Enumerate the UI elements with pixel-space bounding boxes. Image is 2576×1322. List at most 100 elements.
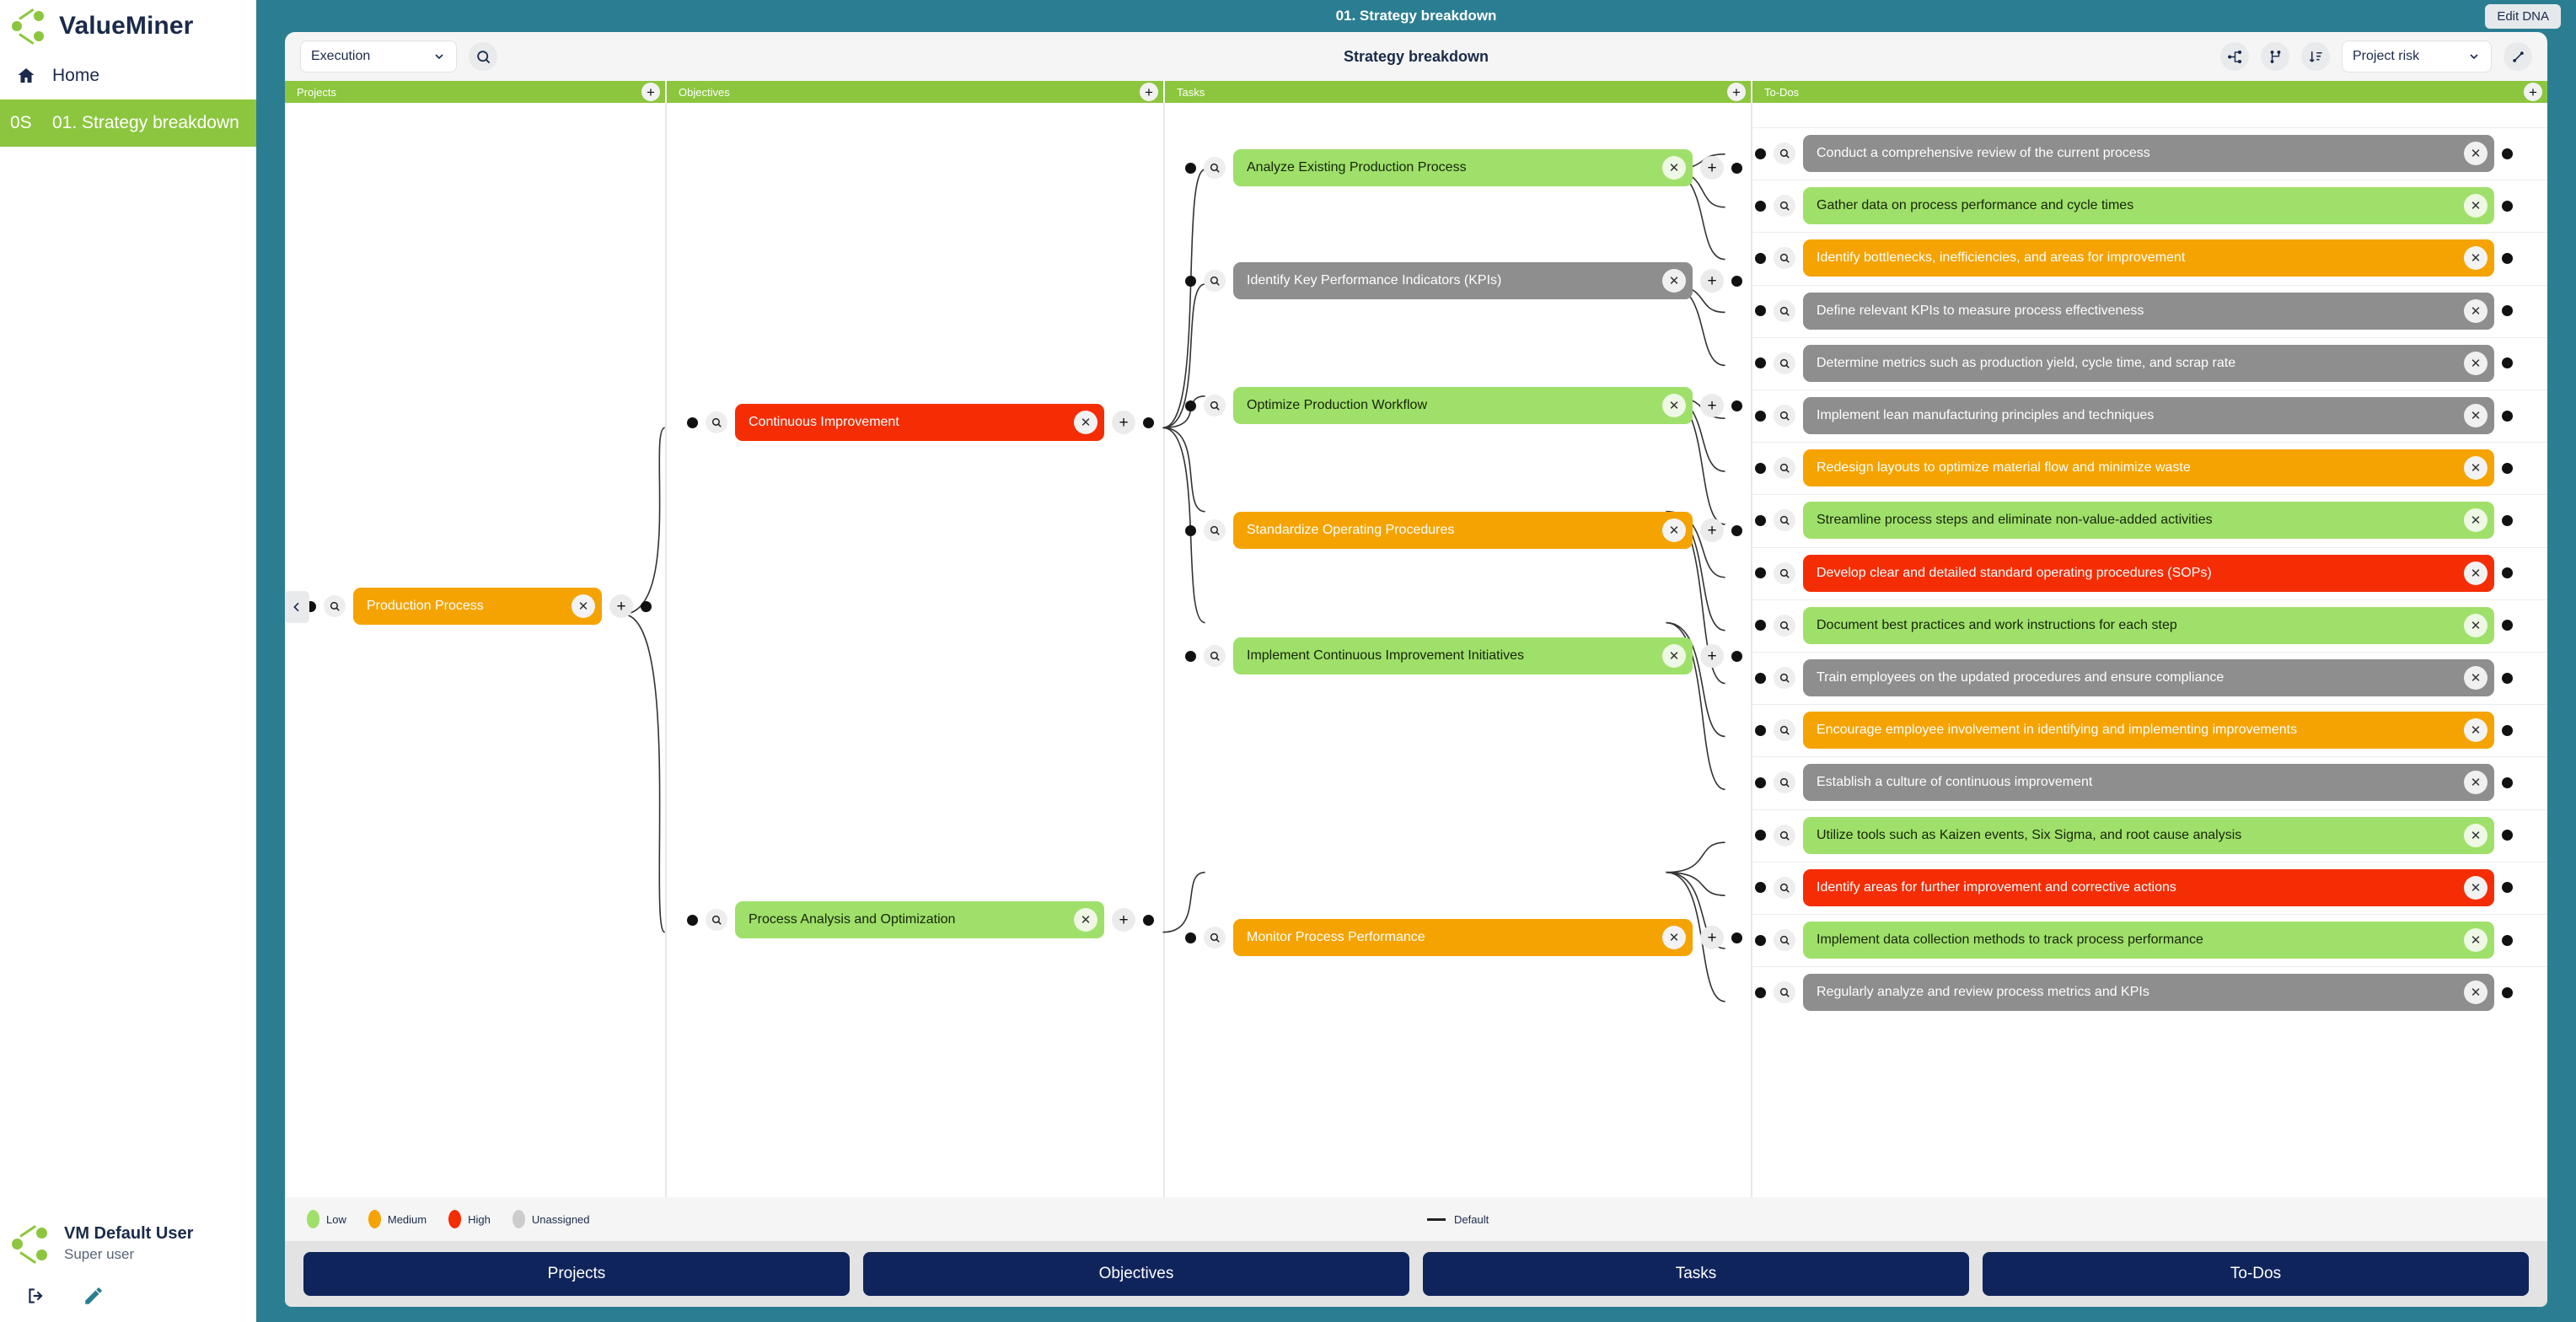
risk-select[interactable]: Project risk: [2342, 40, 2492, 73]
close-icon[interactable]: ✕: [2464, 194, 2487, 218]
footer-tab-projects[interactable]: Projects: [303, 1252, 850, 1296]
magnifier-icon[interactable]: [1774, 614, 1795, 637]
add-project-button[interactable]: +: [641, 83, 660, 101]
close-icon[interactable]: ✕: [2464, 981, 2487, 1005]
todo-card[interactable]: Develop clear and detailed standard oper…: [1803, 554, 2494, 592]
magnifier-icon[interactable]: [1774, 299, 1795, 322]
magnifier-icon[interactable]: [1774, 195, 1795, 218]
todo-card[interactable]: Redesign layouts to optimize material fl…: [1803, 449, 2494, 487]
magnifier-icon[interactable]: [1774, 824, 1795, 846]
add-child-button[interactable]: +: [1700, 519, 1724, 542]
todo-card[interactable]: Identify areas for further improvement a…: [1803, 868, 2494, 906]
node-task-0[interactable]: Analyze Existing Production Process ✕ +: [1185, 149, 1742, 186]
expand-button[interactable]: [2504, 42, 2532, 71]
close-icon[interactable]: ✕: [2464, 351, 2487, 375]
task-card[interactable]: Implement Continuous Improvement Initiat…: [1233, 637, 1693, 674]
todo-card[interactable]: Encourage employee involvement in identi…: [1803, 712, 2494, 750]
node-objective-0[interactable]: Continuous Improvement ✕ +: [687, 404, 1154, 441]
close-icon[interactable]: ✕: [1662, 926, 1686, 949]
close-icon[interactable]: ✕: [572, 594, 595, 618]
node-todo-8[interactable]: Develop clear and detailed standard oper…: [1755, 554, 2513, 592]
magnifier-icon[interactable]: [1204, 519, 1226, 541]
close-icon[interactable]: ✕: [1662, 269, 1686, 293]
node-task-1[interactable]: Identify Key Performance Indicators (KPI…: [1185, 262, 1742, 299]
sidebar-item-strategy-breakdown[interactable]: 0S 01. Strategy breakdown: [0, 99, 256, 147]
magnifier-icon[interactable]: [1204, 157, 1226, 179]
add-todo-button[interactable]: +: [2524, 83, 2542, 101]
close-icon[interactable]: ✕: [1662, 156, 1686, 180]
node-task-3[interactable]: Standardize Operating Procedures ✕ +: [1185, 512, 1742, 549]
node-task-4[interactable]: Implement Continuous Improvement Initiat…: [1185, 637, 1742, 674]
node-todo-2[interactable]: Identify bottlenecks, inefficiencies, an…: [1755, 239, 2513, 277]
close-icon[interactable]: ✕: [2464, 875, 2487, 900]
tree-layout-icon[interactable]: [2220, 42, 2249, 71]
project-card[interactable]: Production Process ✕: [353, 588, 602, 625]
node-todo-12[interactable]: Establish a culture of continuous improv…: [1755, 764, 2513, 802]
magnifier-icon[interactable]: [1774, 405, 1795, 427]
close-icon[interactable]: ✕: [2464, 771, 2487, 795]
node-todo-11[interactable]: Encourage employee involvement in identi…: [1755, 712, 2513, 750]
magnifier-icon[interactable]: [706, 411, 727, 433]
task-card[interactable]: Analyze Existing Production Process ✕: [1233, 149, 1693, 186]
magnifier-icon[interactable]: [1204, 395, 1226, 416]
add-child-button[interactable]: +: [1700, 269, 1724, 293]
magnifier-icon[interactable]: [1774, 352, 1795, 374]
node-todo-4[interactable]: Determine metrics such as production yie…: [1755, 344, 2513, 382]
magnifier-icon[interactable]: [1774, 509, 1795, 532]
node-todo-3[interactable]: Define relevant KPIs to measure process …: [1755, 292, 2513, 330]
user-block[interactable]: VM Default User Super user: [0, 1207, 256, 1280]
magnifier-icon[interactable]: [1774, 562, 1795, 584]
todo-card[interactable]: Define relevant KPIs to measure process …: [1803, 292, 2494, 330]
add-task-button[interactable]: +: [1727, 83, 1746, 101]
magnifier-icon[interactable]: [1774, 142, 1795, 164]
close-icon[interactable]: ✕: [2464, 823, 2487, 847]
task-card[interactable]: Identify Key Performance Indicators (KPI…: [1233, 262, 1693, 299]
node-todo-13[interactable]: Utilize tools such as Kaizen events, Six…: [1755, 816, 2513, 854]
node-todo-1[interactable]: Gather data on process performance and c…: [1755, 187, 2513, 225]
magnifier-icon[interactable]: [324, 595, 346, 617]
todo-card[interactable]: Implement lean manufacturing principles …: [1803, 397, 2494, 434]
close-icon[interactable]: ✕: [2464, 508, 2487, 533]
edit-dna-button[interactable]: Edit DNA: [2485, 4, 2561, 29]
close-icon[interactable]: ✕: [2464, 404, 2487, 427]
node-todo-6[interactable]: Redesign layouts to optimize material fl…: [1755, 449, 2513, 487]
add-child-button[interactable]: +: [1700, 394, 1724, 417]
task-card[interactable]: Standardize Operating Procedures ✕: [1233, 512, 1693, 549]
search-button[interactable]: [469, 42, 497, 71]
close-icon[interactable]: ✕: [1662, 519, 1686, 542]
close-icon[interactable]: ✕: [2464, 246, 2487, 271]
magnifier-icon[interactable]: [1774, 981, 1795, 1004]
node-project-0[interactable]: Production Process ✕ +: [305, 588, 652, 625]
sort-icon[interactable]: [2301, 42, 2330, 71]
footer-tab-objectives[interactable]: Objectives: [863, 1252, 1409, 1296]
magnifier-icon[interactable]: [1774, 929, 1795, 951]
logout-icon[interactable]: [25, 1285, 47, 1307]
todo-card[interactable]: Train employees on the updated procedure…: [1803, 659, 2494, 696]
task-card[interactable]: Monitor Process Performance ✕: [1233, 919, 1693, 956]
todo-card[interactable]: Streamline process steps and eliminate n…: [1803, 502, 2494, 540]
close-icon[interactable]: ✕: [1074, 411, 1097, 434]
magnifier-icon[interactable]: [1774, 667, 1795, 689]
node-todo-7[interactable]: Streamline process steps and eliminate n…: [1755, 502, 2513, 540]
node-todo-5[interactable]: Implement lean manufacturing principles …: [1755, 397, 2513, 434]
close-icon[interactable]: ✕: [2464, 666, 2487, 690]
add-child-button[interactable]: +: [1700, 644, 1724, 668]
close-icon[interactable]: ✕: [2464, 561, 2487, 585]
todo-card[interactable]: Determine metrics such as production yie…: [1803, 344, 2494, 382]
node-todo-10[interactable]: Train employees on the updated procedure…: [1755, 659, 2513, 696]
add-child-button[interactable]: +: [1700, 926, 1724, 949]
branch-layout-icon[interactable]: [2261, 42, 2289, 71]
magnifier-icon[interactable]: [1204, 270, 1226, 292]
todo-card[interactable]: Document best practices and work instruc…: [1803, 606, 2494, 644]
close-icon[interactable]: ✕: [2464, 298, 2487, 323]
todo-card[interactable]: Utilize tools such as Kaizen events, Six…: [1803, 816, 2494, 854]
magnifier-icon[interactable]: [1774, 771, 1795, 794]
close-icon[interactable]: ✕: [1662, 644, 1686, 668]
sidebar-item-home[interactable]: Home: [0, 52, 256, 99]
magnifier-icon[interactable]: [1204, 645, 1226, 667]
edit-pencil-icon[interactable]: [83, 1285, 105, 1307]
add-child-button[interactable]: +: [1112, 908, 1135, 932]
magnifier-icon[interactable]: [706, 909, 727, 931]
task-card[interactable]: Optimize Production Workflow ✕: [1233, 387, 1693, 424]
add-child-button[interactable]: +: [1700, 156, 1724, 180]
